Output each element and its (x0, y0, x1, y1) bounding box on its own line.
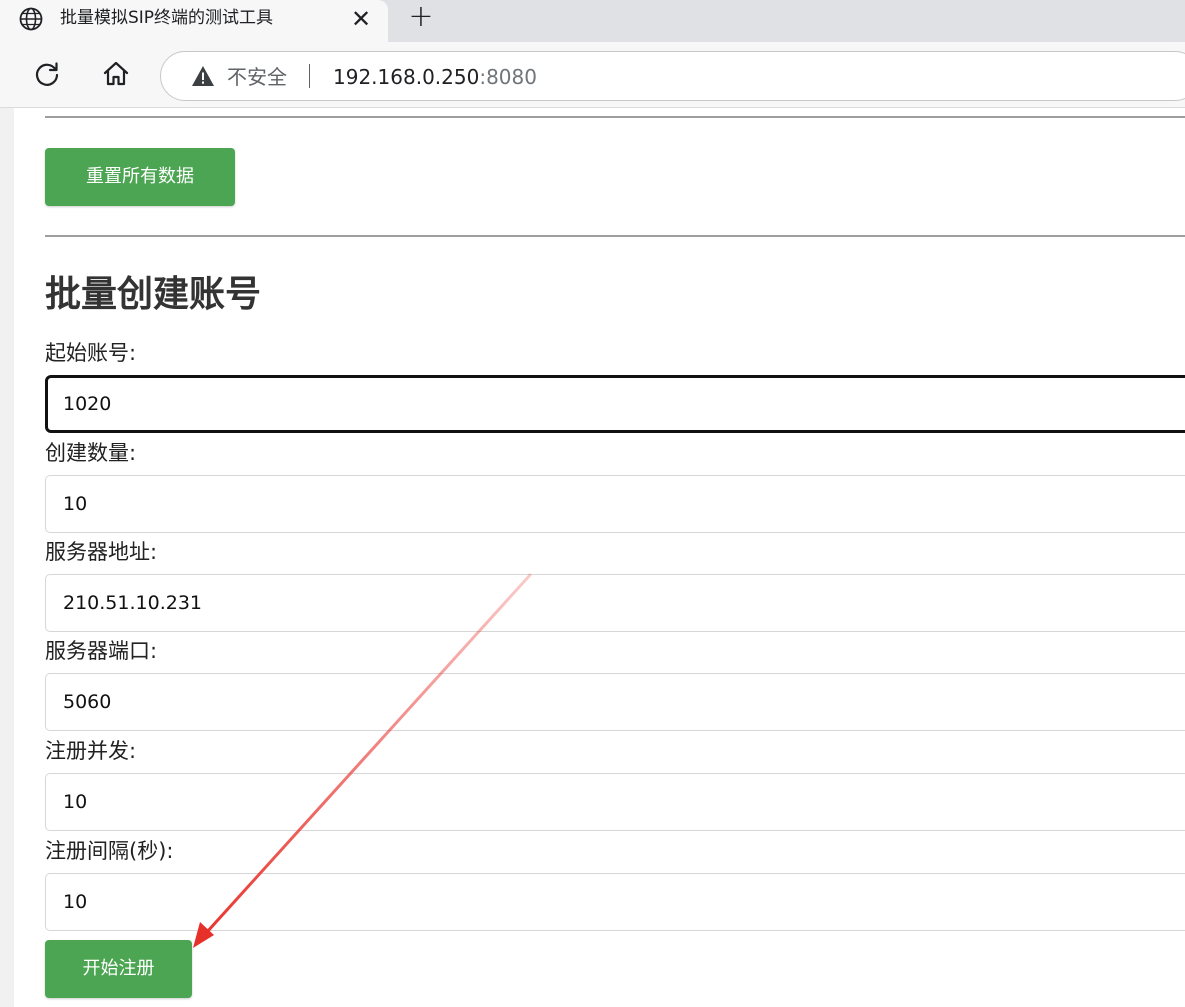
start-account-label: 起始账号: (45, 341, 137, 365)
tab-title: 批量模拟SIP终端的测试工具 (60, 8, 274, 28)
register-concurrency-label: 注册并发: (45, 739, 137, 763)
section-divider (45, 235, 1185, 237)
page-viewport: 重置所有数据 批量创建账号 起始账号: 1020 创建数量: 10 服务器地址:… (0, 108, 1185, 1007)
browser-tab[interactable]: 批量模拟SIP终端的测试工具 ✕ (0, 0, 388, 42)
top-divider (45, 116, 1185, 118)
home-icon[interactable] (100, 58, 132, 90)
url-text[interactable]: 192.168.0.250:8080 (333, 64, 537, 90)
security-label[interactable]: 不安全 (227, 64, 287, 90)
server-port-input[interactable]: 5060 (45, 673, 1185, 731)
reload-icon[interactable] (31, 58, 63, 90)
section-title: 批量创建账号 (45, 274, 262, 315)
page-content: 重置所有数据 批量创建账号 起始账号: 1020 创建数量: 10 服务器地址:… (14, 108, 1185, 1007)
tab-close-icon[interactable]: ✕ (348, 6, 374, 32)
register-interval-label: 注册间隔(秒): (45, 839, 174, 863)
server-port-label: 服务器端口: (45, 639, 158, 663)
address-bar[interactable]: 不安全 192.168.0.250:8080 (160, 51, 1185, 101)
server-address-input[interactable]: 210.51.10.231 (45, 574, 1185, 632)
register-interval-input[interactable]: 10 (45, 873, 1185, 931)
start-register-button[interactable]: 开始注册 (45, 940, 192, 998)
warning-icon[interactable] (191, 65, 215, 87)
register-concurrency-input[interactable]: 10 (45, 773, 1185, 831)
server-address-label: 服务器地址: (45, 540, 158, 564)
page-left-margin (0, 108, 14, 1007)
create-count-label: 创建数量: (45, 441, 137, 465)
url-port: :8080 (479, 65, 537, 89)
tab-strip: 批量模拟SIP终端的测试工具 ✕ + (0, 0, 1185, 42)
browser-toolbar: 不安全 192.168.0.250:8080 (0, 42, 1185, 108)
url-host: 192.168.0.250 (333, 65, 480, 89)
create-count-input[interactable]: 10 (45, 475, 1185, 533)
globe-icon (19, 7, 43, 31)
start-account-input[interactable]: 1020 (45, 375, 1185, 433)
new-tab-button[interactable]: + (406, 2, 436, 32)
address-divider (309, 64, 310, 88)
reset-all-data-button[interactable]: 重置所有数据 (45, 148, 235, 206)
